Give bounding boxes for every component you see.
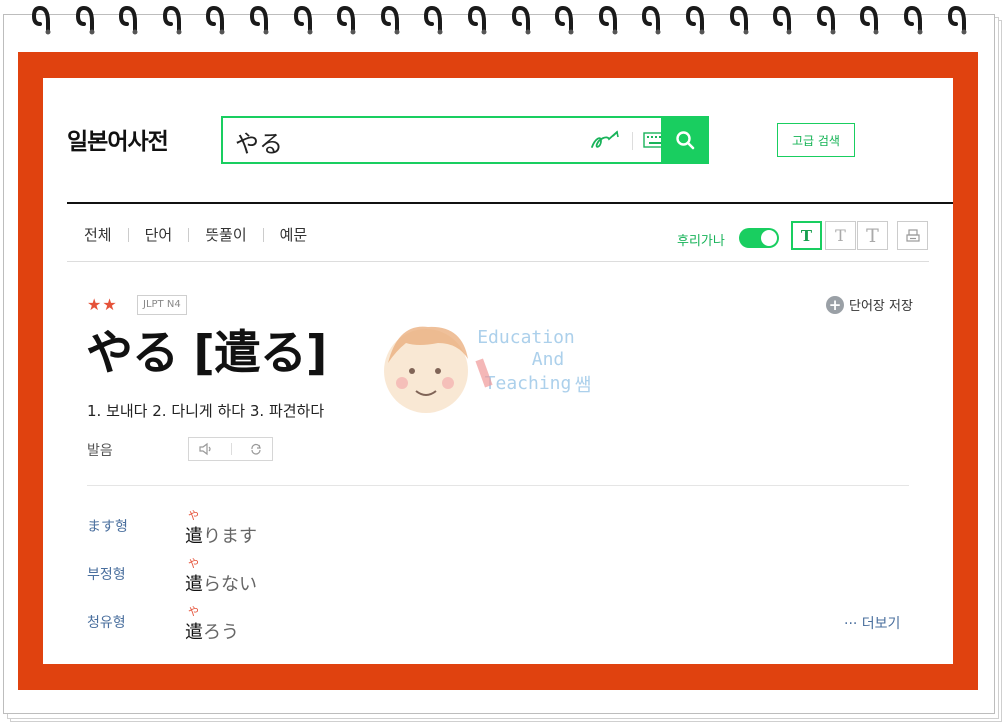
spiral-ring	[293, 5, 313, 35]
jlpt-badge: JLPT N4	[137, 295, 187, 315]
furigana-ruby: や	[188, 557, 199, 570]
conjugation-value: 遣らない	[185, 570, 257, 596]
spiral-ring	[249, 5, 269, 35]
print-icon	[905, 228, 920, 242]
plus-icon: +	[826, 295, 844, 314]
conjugation-kana: ろう	[203, 622, 239, 643]
spiral-ring	[162, 5, 182, 35]
search-icon	[676, 131, 695, 150]
save-to-wordbook-button[interactable]: + 단어장 저장	[826, 295, 913, 314]
spiral-ring	[380, 5, 400, 35]
pron-separator	[230, 443, 232, 455]
dictionary-logo[interactable]: 일본어사전	[67, 122, 169, 156]
dictionary-card: 일본어사전 고급 검색 전체 단어 뜻풀이	[43, 78, 953, 664]
conjugation-label: 부정형	[87, 567, 126, 583]
watermark-line2: And	[532, 349, 565, 370]
watermark-line3: Teaching	[485, 373, 572, 394]
conjugation-kanji: 遣	[185, 526, 203, 547]
furigana-ruby: や	[188, 509, 199, 522]
spiral-ring	[598, 5, 618, 35]
spiral-ring	[31, 5, 51, 35]
conjugation-kana: ります	[203, 526, 257, 547]
text-size-large-button[interactable]: T	[857, 221, 888, 250]
conjugation-kanji: 遣	[185, 574, 203, 595]
meaning-text: 1. 보내다 2. 다니게 하다 3. 파견하다	[87, 402, 325, 420]
watermark-logo: Education And Teaching 쌤	[384, 326, 592, 413]
conjugation-value: 遣ります	[185, 522, 257, 548]
furigana-toggle[interactable]	[739, 228, 779, 248]
entry-divider	[87, 485, 909, 486]
speaker-icon[interactable]	[198, 442, 214, 456]
search-bar	[221, 116, 709, 164]
conjugation-label: 청유형	[87, 615, 126, 631]
headword[interactable]: やる [遣る]	[86, 324, 327, 384]
tab-all[interactable]: 전체	[84, 224, 112, 245]
spiral-ring	[555, 5, 574, 35]
tab-separator	[127, 227, 129, 242]
tabs-divider	[67, 261, 929, 262]
spiral-ring	[773, 5, 792, 35]
spiral-ring	[206, 5, 225, 35]
text-size-small-button[interactable]: T	[791, 221, 822, 250]
spiral-binding	[0, 0, 1007, 38]
spiral-ring	[860, 5, 879, 35]
handwriting-icon[interactable]	[589, 129, 621, 153]
conjugation-label: ます형	[87, 519, 128, 535]
spiral-ring	[903, 5, 923, 35]
watermark-suffix: 쌤	[575, 375, 592, 396]
toggle-knob	[760, 229, 778, 247]
print-button[interactable]	[897, 221, 928, 250]
spiral-ring	[75, 5, 95, 35]
furigana-label: 후리가나	[677, 234, 725, 249]
search-input[interactable]	[233, 124, 577, 158]
more-link[interactable]: ··· 더보기	[844, 613, 900, 633]
result-tabs: 전체 단어 뜻풀이 예문	[84, 224, 307, 245]
text-size-medium-button[interactable]: T	[825, 221, 856, 250]
spiral-ring	[337, 5, 356, 35]
frequency-stars: ★★	[87, 295, 118, 314]
tab-example[interactable]: 예문	[280, 224, 308, 245]
search-divider	[632, 132, 633, 150]
tab-separator	[262, 227, 264, 242]
conjugation-value: 遣ろう	[185, 618, 239, 644]
watermark-line1: Education	[477, 327, 575, 348]
spiral-ring	[511, 5, 531, 35]
spiral-ring	[119, 5, 138, 35]
conjugation-kanji: 遣	[185, 622, 203, 643]
advanced-search-button[interactable]: 고급 검색	[777, 123, 855, 157]
pronunciation-controls	[188, 437, 273, 461]
spiral-ring	[947, 5, 967, 35]
save-label: 단어장 저장	[849, 299, 913, 314]
furigana-ruby: や	[188, 605, 199, 618]
spiral-ring	[685, 5, 705, 35]
spiral-ring	[816, 5, 836, 35]
spiral-ring	[424, 5, 443, 35]
tab-meaning[interactable]: 뜻풀이	[205, 224, 246, 245]
spiral-ring	[467, 5, 487, 35]
tab-word[interactable]: 단어	[145, 224, 173, 245]
repeat-icon[interactable]	[249, 442, 263, 456]
conjugation-kana: らない	[203, 574, 257, 595]
search-button[interactable]	[661, 116, 709, 164]
tab-separator	[188, 227, 190, 242]
pronunciation-label: 발음	[87, 443, 113, 459]
spiral-ring	[642, 5, 661, 35]
header-divider	[67, 202, 953, 204]
spiral-ring	[729, 5, 749, 35]
